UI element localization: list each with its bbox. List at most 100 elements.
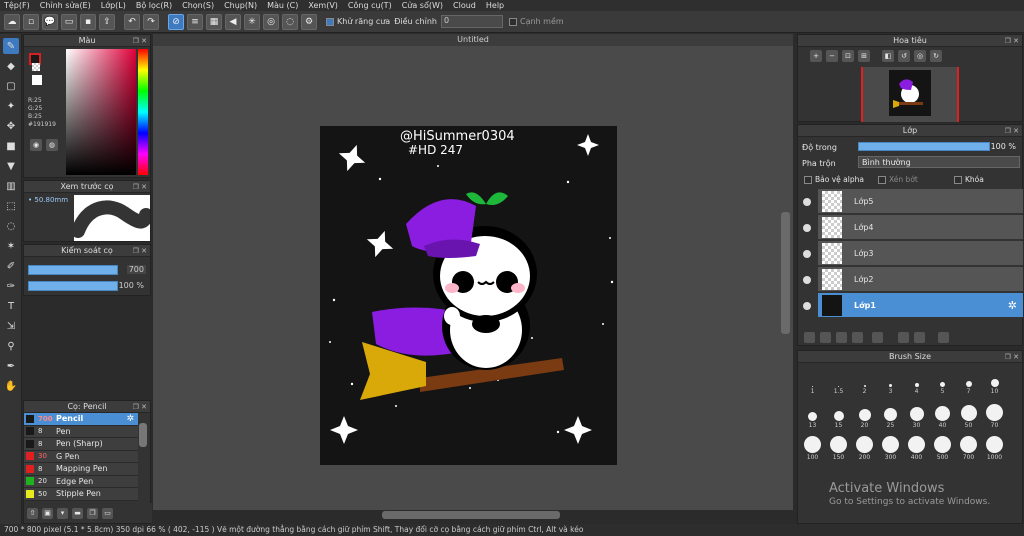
- rotate-left-icon[interactable]: ↺: [898, 50, 910, 62]
- export-icon[interactable]: ⇪: [99, 13, 115, 30]
- brush-size-option[interactable]: 20: [852, 399, 877, 429]
- lock-checkbox[interactable]: [954, 175, 962, 184]
- snap-off-icon[interactable]: ⊘: [168, 13, 184, 30]
- soft-edge-checkbox[interactable]: [508, 17, 517, 26]
- eyedropper-tool-icon[interactable]: ⚲: [3, 338, 19, 354]
- protect-alpha-checkbox[interactable]: [804, 175, 812, 184]
- text-tool-icon[interactable]: T: [3, 298, 19, 314]
- eraser-tool-icon[interactable]: ◆: [3, 58, 19, 74]
- brush-size-option[interactable]: 100: [800, 431, 825, 461]
- panel-float-icon[interactable]: ❐ ✕: [133, 35, 147, 47]
- new-folder-icon[interactable]: [836, 332, 847, 343]
- menu-layer[interactable]: Lớp(L): [101, 1, 126, 10]
- blend-mode-select[interactable]: Bình thường: [858, 156, 1020, 168]
- rotate-reset-icon[interactable]: ◎: [914, 50, 926, 62]
- duplicate-layer-icon[interactable]: [898, 332, 909, 343]
- brush-size-option[interactable]: 1.5: [826, 365, 851, 395]
- antialias-checkbox[interactable]: [326, 17, 334, 26]
- undo-icon[interactable]: ↶: [124, 13, 140, 30]
- hue-slider[interactable]: [138, 49, 148, 175]
- layer-opacity-value[interactable]: 100 %: [991, 142, 1016, 151]
- layer-visibility-icon[interactable]: [803, 276, 811, 284]
- layer-row-2[interactable]: Lớp2: [818, 267, 1023, 292]
- layer-opacity-slider[interactable]: [858, 142, 990, 151]
- open-file-icon[interactable]: ▭: [61, 13, 77, 30]
- brush-size-option[interactable]: 50: [956, 399, 981, 429]
- snap-vanish-icon[interactable]: ◀: [225, 13, 241, 30]
- canvas-vertical-scrollbar[interactable]: [781, 212, 790, 334]
- panel-float-icon[interactable]: ❐ ✕: [133, 401, 147, 413]
- brush-item-pencil[interactable]: 700 Pencil ✲: [24, 413, 138, 426]
- brush-size-option[interactable]: 5: [930, 365, 955, 395]
- layer-row-1[interactable]: Lớp1 ✲: [818, 293, 1023, 318]
- magic-wand-tool-icon[interactable]: ✦: [3, 98, 19, 114]
- brush-item-pen-sharp[interactable]: 8 Pen (Sharp): [24, 438, 138, 451]
- brush-size-option[interactable]: 500: [930, 431, 955, 461]
- brush-size-option[interactable]: 200: [852, 431, 877, 461]
- brush-size-slider[interactable]: [28, 265, 118, 275]
- brush-size-option[interactable]: 10: [982, 365, 1007, 395]
- color-mixer-icon[interactable]: ◍: [46, 139, 58, 151]
- layer-folder-icon[interactable]: [872, 332, 883, 343]
- panel-float-icon[interactable]: ❐ ✕: [1005, 35, 1019, 47]
- layer-visibility-icon[interactable]: [803, 302, 811, 310]
- select-pen-tool-icon[interactable]: ✐: [3, 258, 19, 274]
- hand-tool-icon[interactable]: ✋: [3, 378, 19, 394]
- fill-rect-tool-icon[interactable]: ■: [3, 138, 19, 154]
- brush-item-stipple-pen[interactable]: 50 Stipple Pen: [24, 488, 138, 501]
- flip-horizontal-icon[interactable]: ◧: [882, 50, 894, 62]
- brush-item-pen[interactable]: 8 Pen: [24, 425, 138, 438]
- rotate-right-icon[interactable]: ↻: [930, 50, 942, 62]
- brush-item-g-pen[interactable]: 30 G Pen: [24, 450, 138, 463]
- move-tool-icon[interactable]: ✥: [3, 118, 19, 134]
- clipping-option[interactable]: Xén bớt: [878, 175, 918, 184]
- layer-visibility-icon[interactable]: [803, 224, 811, 232]
- color-palette-icon[interactable]: ◉: [30, 139, 42, 151]
- speech-bubble-icon[interactable]: 💬: [42, 13, 58, 30]
- brush-tool-icon[interactable]: ✎: [3, 38, 19, 54]
- snap-settings-icon[interactable]: ⚙: [301, 13, 317, 30]
- saturation-value-picker[interactable]: [66, 49, 136, 175]
- brush-size-option[interactable]: 4: [904, 365, 929, 395]
- menu-window[interactable]: Cửa sổ(W): [402, 1, 443, 10]
- brush-size-option[interactable]: 700: [956, 431, 981, 461]
- delete-layer-icon[interactable]: [938, 332, 949, 343]
- gradient-tool-icon[interactable]: ▥: [3, 178, 19, 194]
- fit-window-icon[interactable]: ⊡: [842, 50, 854, 62]
- brush-item-edge-pen[interactable]: 20 Edge Pen: [24, 475, 138, 488]
- brush-size-option[interactable]: 1: [800, 365, 825, 395]
- panel-float-icon[interactable]: ❐ ✕: [133, 181, 147, 193]
- bucket-tool-icon[interactable]: ▼: [3, 158, 19, 174]
- redo-icon[interactable]: ↷: [143, 13, 159, 30]
- snap-cross-icon[interactable]: ▦: [206, 13, 222, 30]
- brush-size-option[interactable]: 25: [878, 399, 903, 429]
- brush-size-option[interactable]: 2: [852, 365, 877, 395]
- layer-visibility-icon[interactable]: [803, 198, 811, 206]
- zoom-out-icon[interactable]: −: [826, 50, 838, 62]
- transparent-color-swatch[interactable]: [32, 63, 40, 71]
- panel-float-icon[interactable]: ❐ ✕: [1005, 351, 1019, 363]
- protect-alpha-option[interactable]: Bảo vệ alpha: [804, 175, 864, 184]
- brush-copy-icon[interactable]: ❐: [87, 507, 98, 519]
- selection-tool-icon[interactable]: ⬚: [3, 198, 19, 214]
- panel-float-icon[interactable]: ❐ ✕: [1005, 125, 1019, 137]
- adjust-select[interactable]: 0: [440, 15, 503, 28]
- actual-size-icon[interactable]: ⊞: [858, 50, 870, 62]
- brush-size-option[interactable]: 3: [878, 365, 903, 395]
- menu-file[interactable]: Tệp(F): [4, 1, 30, 10]
- navigator-preview[interactable]: [861, 67, 959, 122]
- snap-curve-icon[interactable]: ◌: [282, 13, 298, 30]
- select-eraser-tool-icon[interactable]: ✑: [3, 278, 19, 294]
- brush-size-option[interactable]: 1000: [982, 431, 1007, 461]
- new-file-icon[interactable]: ▫: [23, 13, 39, 30]
- layer-row-3[interactable]: Lớp3: [818, 241, 1023, 266]
- brush-size-option[interactable]: 30: [904, 399, 929, 429]
- brush-settings-icon[interactable]: ✲: [126, 414, 134, 424]
- menu-color[interactable]: Màu (C): [267, 1, 298, 10]
- lasso-tool-icon[interactable]: ◌: [3, 218, 19, 234]
- merge-layer-icon[interactable]: [914, 332, 925, 343]
- new-halftone-layer-icon[interactable]: [820, 332, 831, 343]
- brush-size-value[interactable]: 700: [126, 265, 146, 274]
- snap-circle-icon[interactable]: ◎: [263, 13, 279, 30]
- brush-size-option[interactable]: 7: [956, 365, 981, 395]
